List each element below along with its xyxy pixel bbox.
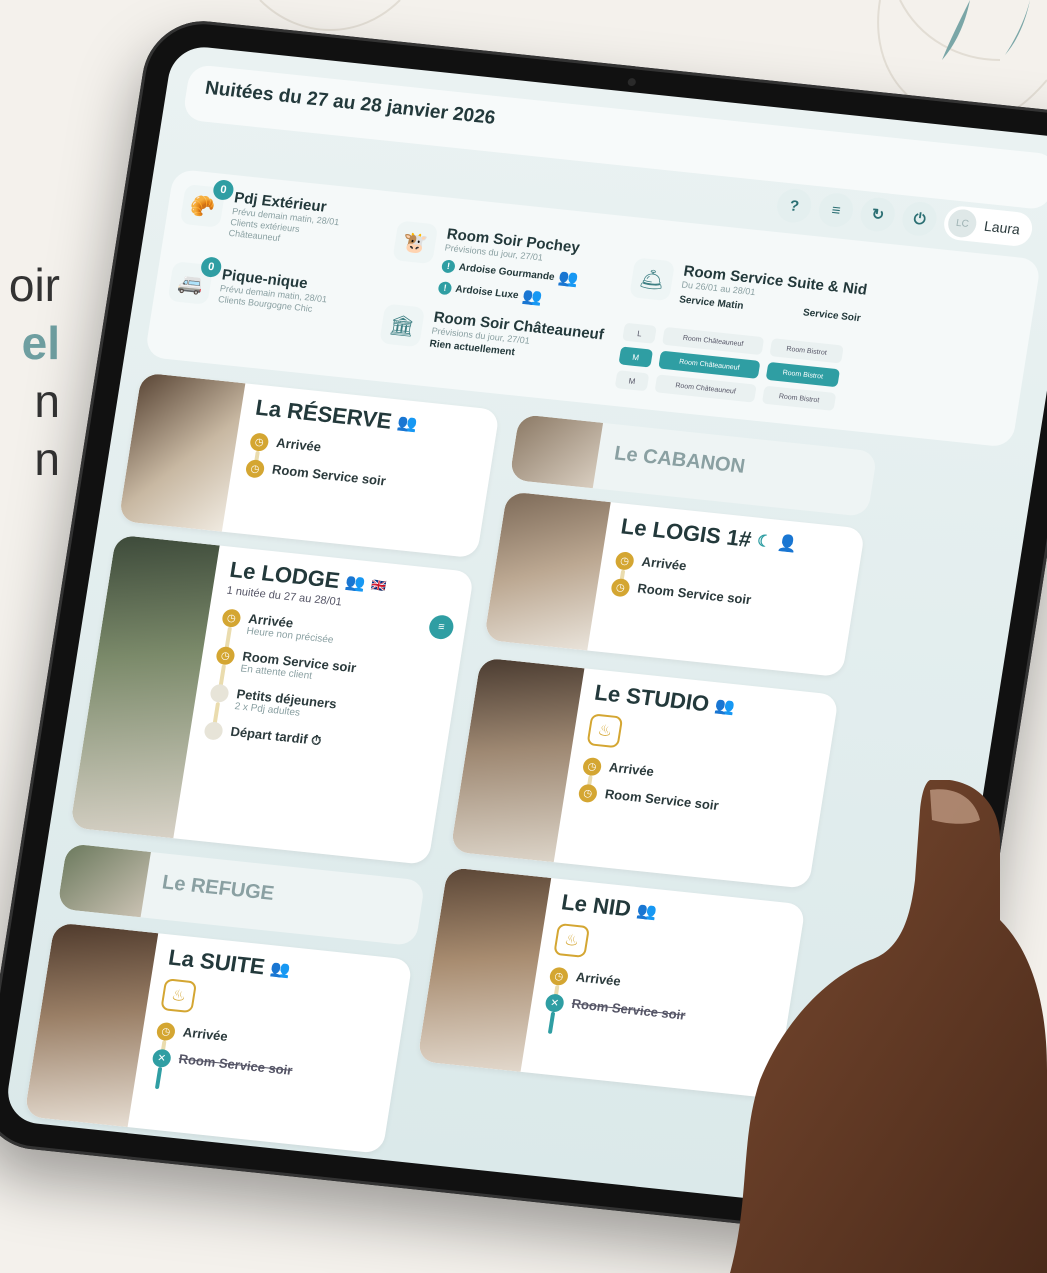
clock-icon: ◷: [548, 966, 570, 987]
service-line: Ardoise Luxe: [454, 283, 520, 301]
clock-icon: ◷: [215, 645, 236, 666]
list-button[interactable]: ≡: [816, 191, 856, 229]
info-icon: !: [437, 280, 453, 295]
persons-icon: 👥: [269, 960, 292, 980]
room-photo: [417, 867, 552, 1072]
candle-icon: ♨: [586, 713, 624, 749]
room-name: Le STUDIO: [592, 679, 712, 717]
chateau-icon: 🏛: [379, 303, 426, 348]
clock-icon: ◷: [610, 577, 631, 598]
step-title: Départ tardif: [229, 723, 309, 747]
room-name: Le LOGIS 1#: [619, 513, 754, 552]
room-card-suite[interactable]: La SUITE 👥 ♨ ◷ Arrivée ✕ Room Service soir: [24, 922, 413, 1154]
room-name: Le CABANON: [612, 442, 747, 478]
column-header: Service Matin: [678, 294, 745, 312]
room-photo: [57, 843, 151, 918]
marketing-line-1: oir: [8, 259, 60, 311]
clock-icon: ◷: [614, 551, 636, 571]
leaf-icon: [942, 0, 1030, 60]
user-menu[interactable]: LC Laura: [941, 204, 1035, 248]
clock-icon: ◷: [221, 608, 242, 628]
clock-icon: ◷: [581, 756, 603, 777]
room-photo: [118, 372, 246, 532]
van-icon: 🚐 0: [167, 256, 223, 305]
moon-icon: ☾: [755, 532, 773, 552]
user-name: Laura: [983, 217, 1022, 238]
persons-icon: 👥: [521, 287, 544, 307]
room-photo: [483, 491, 611, 651]
evening-slot[interactable]: Room Bistrot: [765, 361, 841, 388]
uk-flag-icon: 🇬🇧: [370, 577, 388, 594]
close-icon: ✕: [544, 993, 566, 1013]
day-label: L: [622, 322, 657, 344]
marketing-line-2: el: [21, 317, 60, 369]
day-label: M: [618, 346, 654, 368]
room-card-lodge[interactable]: ≡ Le LODGE 👥 🇬🇧 1 nuitée du 27 au 28/01 ◷ A…: [69, 534, 475, 866]
evening-slot[interactable]: Room Bistrot: [761, 385, 837, 411]
count-badge: 0: [211, 179, 235, 201]
service-line: Ardoise Gourmande: [458, 261, 556, 283]
clock-icon: ◷: [155, 1021, 177, 1042]
morning-slot[interactable]: Room Châteauneuf: [658, 350, 761, 379]
column-header: Service Soir: [802, 307, 862, 325]
late-clock-icon: ⏱: [310, 732, 323, 749]
croissant-icon: 🥐 0: [179, 179, 235, 228]
power-button[interactable]: ⏻: [900, 200, 940, 238]
room-photo: [69, 534, 220, 839]
clock-icon: ◷: [248, 432, 270, 452]
marketing-line-3: n: [34, 375, 60, 427]
persons-icon: 👥: [635, 902, 658, 922]
close-icon: ✕: [151, 1048, 173, 1069]
person-icon: 👤: [775, 534, 799, 554]
morning-slot[interactable]: Room Châteauneuf: [654, 374, 757, 403]
service-room-suite-nid[interactable]: 🛎 Room Service Suite & Nid Du 26/01 au 2…: [629, 257, 868, 325]
service-pdj-exterieur[interactable]: 🥐 0 Pdj Extérieur Prévu demain matin, 28…: [178, 179, 343, 250]
camera: [627, 77, 637, 87]
room-card-logis[interactable]: Le LOGIS 1# ☾ 👤 ◷ Arrivée ◷ Room Service soi…: [483, 491, 866, 678]
day-label: M: [614, 370, 650, 392]
room-name: Le REFUGE: [160, 871, 276, 905]
count-badge: 0: [199, 256, 223, 279]
service-room-soir-pochey[interactable]: 🐮 Room Soir Pochey Prévisions du jour, 2…: [387, 220, 584, 311]
page-title: Nuitées du 27 au 28 janvier 2026: [203, 77, 497, 129]
room-name: Le NID: [559, 889, 633, 922]
service-schedule: L Room Châteauneuf Room Bistrot M Room C…: [614, 322, 864, 419]
morning-slot[interactable]: Room Châteauneuf: [661, 326, 765, 356]
pending-icon: [203, 721, 224, 741]
persons-icon: 👥: [396, 414, 419, 434]
candle-icon: ♨: [160, 978, 198, 1014]
marketing-text: oir el n n: [0, 256, 60, 488]
cloche-icon: 🛎: [629, 257, 676, 302]
hand-image: [730, 780, 1047, 1273]
avatar: LC: [946, 208, 979, 239]
info-icon: !: [440, 258, 456, 274]
service-pique-nique[interactable]: 🚐 0 Pique-nique Prévu demain matin, 28/0…: [167, 256, 330, 317]
evening-slot[interactable]: Room Bistrot: [769, 338, 844, 364]
service-room-soir-chateauneuf[interactable]: 🏛 Room Soir Châteauneuf Prévisions du jo…: [379, 303, 605, 368]
persons-icon: 👥: [713, 697, 737, 717]
refresh-button[interactable]: ↻: [858, 195, 898, 234]
room-photo: [509, 414, 604, 489]
room-name: La SUITE: [166, 944, 267, 980]
persons-icon: 👥: [343, 573, 367, 593]
persons-icon: 👥: [557, 269, 580, 289]
clock-icon: ◷: [577, 783, 599, 804]
cow-icon: 🐮: [392, 220, 439, 265]
pending-icon: [209, 683, 230, 704]
room-photo: [24, 922, 159, 1128]
clock-icon: ◷: [244, 458, 266, 479]
room-name: La RÉSERVE: [253, 394, 394, 434]
room-photo: [450, 657, 585, 863]
candle-icon: ♨: [553, 922, 591, 958]
marketing-line-4: n: [34, 433, 60, 485]
room-card-reserve[interactable]: La RÉSERVE 👥 ◷ Arrivée ◷ Room Service soir: [118, 372, 500, 559]
help-button[interactable]: ?: [774, 187, 814, 225]
